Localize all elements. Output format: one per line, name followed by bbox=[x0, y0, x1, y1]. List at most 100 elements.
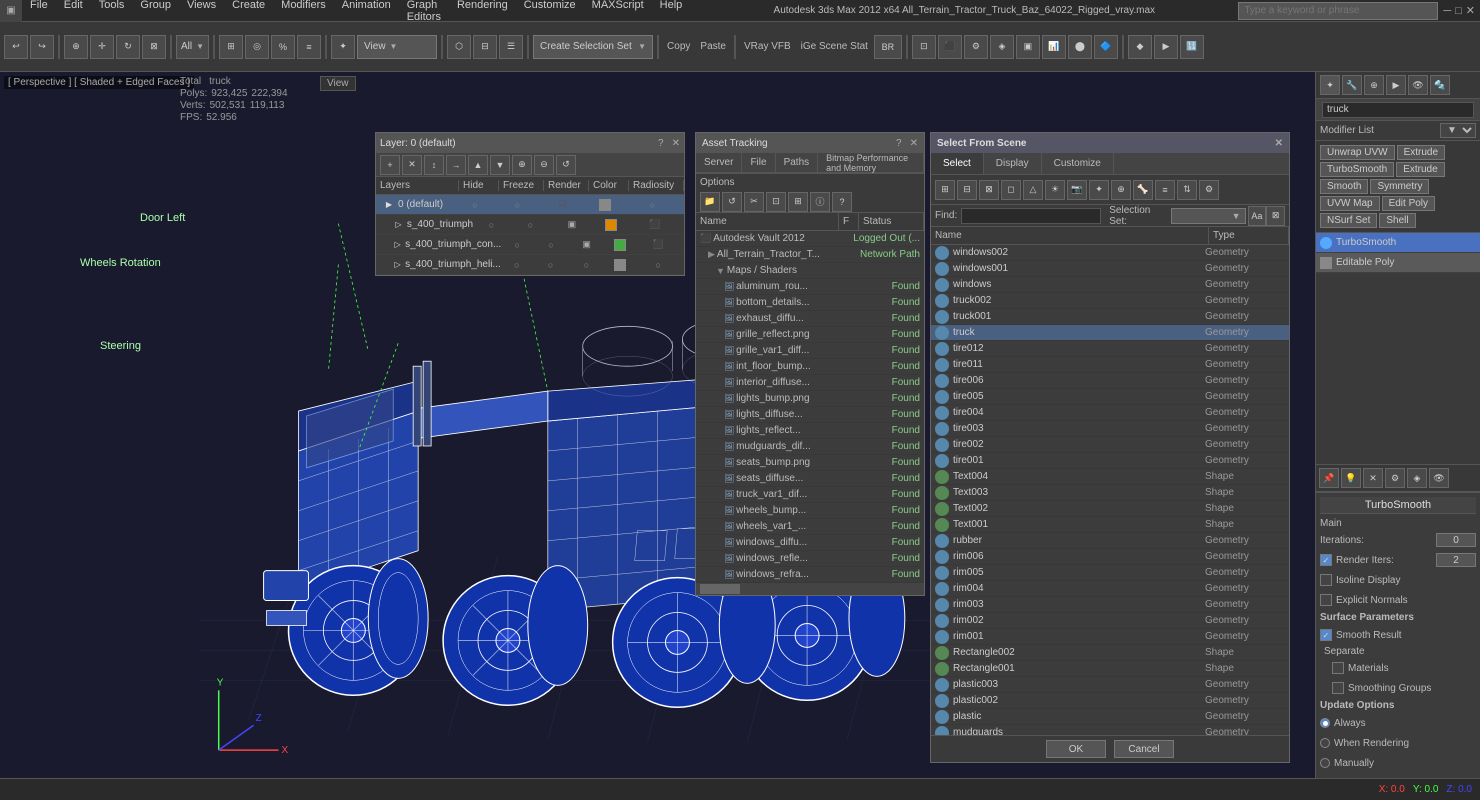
hide-toggle4[interactable]: ○ bbox=[501, 260, 533, 270]
scene-item-rect001[interactable]: Rectangle001Shape bbox=[931, 661, 1289, 677]
key-frame-btn[interactable]: ◆ bbox=[1128, 35, 1152, 59]
scene-filter-bone-btn[interactable]: 🦴 bbox=[1133, 180, 1153, 200]
asset-file-truck-var[interactable]: 🖼truck_var1_dif...Found bbox=[696, 487, 924, 503]
scene-cancel-btn[interactable]: Cancel bbox=[1114, 740, 1174, 758]
menu-rendering[interactable]: Rendering bbox=[449, 0, 516, 25]
display-tab[interactable]: 👁 bbox=[1408, 75, 1428, 95]
asset-file-wheels-var[interactable]: 🖼wheels_var1_...Found bbox=[696, 519, 924, 535]
scene-filter-cam-btn[interactable]: 📷 bbox=[1067, 180, 1087, 200]
scene-filter-geo-btn[interactable]: ◻ bbox=[1001, 180, 1021, 200]
layer-render-toggle[interactable]: ☑ bbox=[540, 199, 585, 210]
scene-case-btn[interactable]: Aa bbox=[1248, 206, 1267, 226]
scene-options-btn[interactable]: ⚙ bbox=[1199, 180, 1219, 200]
scene-item-tire012[interactable]: tire012Geometry bbox=[931, 341, 1289, 357]
selection-set-dropdown[interactable]: Create Selection Set ▼ bbox=[533, 35, 653, 59]
scene-item-rim002[interactable]: rim002Geometry bbox=[931, 613, 1289, 629]
asset-file-alum[interactable]: 🖼aluminum_rou...Found bbox=[696, 279, 924, 295]
layer-row-s400-triumph[interactable]: ▷ s_400_triumph ○ ○ ▣ ⬛ bbox=[376, 215, 684, 235]
asset-file-interior[interactable]: 🖼interior_diffuse...Found bbox=[696, 375, 924, 391]
layer-help-btn[interactable]: ? bbox=[658, 138, 664, 149]
asset-tab-file[interactable]: File bbox=[742, 153, 775, 172]
quick-render-btn[interactable]: ⬛ bbox=[938, 35, 962, 59]
material-editor-btn[interactable]: ◈ bbox=[990, 35, 1014, 59]
color-swatch3[interactable] bbox=[605, 239, 637, 251]
scene-item-windows[interactable]: windowsGeometry bbox=[931, 277, 1289, 293]
ige-scene-label[interactable]: iGe Scene Stat bbox=[797, 41, 872, 52]
layer-new-btn[interactable]: + bbox=[380, 155, 400, 175]
view-dropdown[interactable]: View ▼ bbox=[357, 35, 437, 59]
asset-help-btn[interactable]: ? bbox=[896, 138, 902, 149]
scene-item-plastic[interactable]: plasticGeometry bbox=[931, 709, 1289, 725]
asset-file-bottom[interactable]: 🖼bottom_details...Found bbox=[696, 295, 924, 311]
search-input[interactable] bbox=[1238, 2, 1438, 20]
asset-file-seats-diff[interactable]: 🖼seats_diffuse...Found bbox=[696, 471, 924, 487]
menu-animation[interactable]: Animation bbox=[334, 0, 399, 25]
show-result-btn[interactable]: 👁 bbox=[1429, 468, 1449, 488]
align-btn[interactable]: ⊟ bbox=[473, 35, 497, 59]
layer-down-btn[interactable]: ▼ bbox=[490, 155, 510, 175]
asset-file-lights-diff[interactable]: 🖼lights_diffuse...Found bbox=[696, 407, 924, 423]
scene-item-truck002[interactable]: truck002Geometry bbox=[931, 293, 1289, 309]
asset-help-icon-btn[interactable]: ? bbox=[832, 192, 852, 212]
edit-named-sel-btn[interactable]: ✦ bbox=[331, 35, 355, 59]
render-iters-checkbox[interactable]: ✓ bbox=[1320, 554, 1332, 566]
manually-radio[interactable] bbox=[1320, 758, 1330, 768]
scene-item-truck001[interactable]: truck001Geometry bbox=[931, 309, 1289, 325]
layer-up-btn[interactable]: ▲ bbox=[468, 155, 488, 175]
asset-tab-server[interactable]: Server bbox=[696, 153, 742, 172]
asset-file-int-floor[interactable]: 🖼int_floor_bump...Found bbox=[696, 359, 924, 375]
menu-edit[interactable]: Edit bbox=[56, 0, 91, 25]
freeze-toggle2[interactable]: ○ bbox=[510, 220, 551, 230]
selection-set-dropdown[interactable]: ▼ bbox=[1171, 208, 1246, 224]
asset-options-row[interactable]: Options bbox=[696, 173, 924, 191]
object-name-input[interactable] bbox=[1322, 102, 1474, 118]
asset-file-lights-bump[interactable]: 🖼lights_bump.pngFound bbox=[696, 391, 924, 407]
freeze-toggle3[interactable]: ○ bbox=[533, 240, 569, 250]
menu-file[interactable]: File bbox=[22, 0, 56, 25]
motion-path-btn[interactable]: ⬤ bbox=[1068, 35, 1092, 59]
scene-filter-space-btn[interactable]: ⊕ bbox=[1111, 180, 1131, 200]
menu-group[interactable]: Group bbox=[132, 0, 179, 25]
scene-item-mudguards[interactable]: mudguardsGeometry bbox=[931, 725, 1289, 735]
hierarchy-tab[interactable]: ⊕ bbox=[1364, 75, 1384, 95]
symmetry-btn[interactable]: Symmetry bbox=[1370, 179, 1429, 194]
asset-file-windows-refra[interactable]: 🖼windows_refra...Found bbox=[696, 567, 924, 583]
redo-btn[interactable]: ↪ bbox=[30, 35, 54, 59]
ts-render-iters-input[interactable] bbox=[1436, 553, 1476, 567]
scene-filter-all-btn[interactable]: ≡ bbox=[1155, 180, 1175, 200]
scene-item-tire004[interactable]: tire004Geometry bbox=[931, 405, 1289, 421]
menu-graph-editors[interactable]: Graph Editors bbox=[399, 0, 449, 25]
materials-checkbox[interactable] bbox=[1332, 662, 1344, 674]
scene-item-tire006[interactable]: tire006Geometry bbox=[931, 373, 1289, 389]
scene-item-truck[interactable]: truckGeometry bbox=[931, 325, 1289, 341]
smoothing-groups-checkbox[interactable] bbox=[1332, 682, 1344, 694]
stack-item-editpoly[interactable]: Editable Poly bbox=[1316, 253, 1480, 273]
render-frame-btn[interactable]: ▣ bbox=[1016, 35, 1040, 59]
asset-file-seats-bump[interactable]: 🖼seats_bump.pngFound bbox=[696, 455, 924, 471]
close-icon[interactable]: ✕ bbox=[1466, 4, 1475, 17]
always-radio[interactable] bbox=[1320, 718, 1330, 728]
uvw-map-btn[interactable]: UVW Map bbox=[1320, 196, 1380, 211]
scene-item-rect002[interactable]: Rectangle002Shape bbox=[931, 645, 1289, 661]
asset-file-grille-ref[interactable]: 🖼grille_reflect.pngFound bbox=[696, 327, 924, 343]
freeze-toggle4[interactable]: ○ bbox=[533, 260, 569, 270]
rotate-btn[interactable]: ↻ bbox=[116, 35, 140, 59]
extrude-btn2[interactable]: Extrude bbox=[1396, 162, 1444, 177]
scene-select-none-btn[interactable]: ⊟ bbox=[957, 180, 977, 200]
viewport[interactable]: [ Perspective ] [ Shaded + Edged Faces ]… bbox=[0, 72, 1315, 800]
schematic-btn[interactable]: 🔷 bbox=[1094, 35, 1118, 59]
scene-item-text002[interactable]: Text002Shape bbox=[931, 501, 1289, 517]
menu-tools[interactable]: Tools bbox=[91, 0, 133, 25]
asset-file-mudguards[interactable]: 🖼mudguards_dif...Found bbox=[696, 439, 924, 455]
minimize-icon[interactable]: ─ bbox=[1443, 5, 1451, 17]
scene-item-tire011[interactable]: tire011Geometry bbox=[931, 357, 1289, 373]
color-swatch2[interactable] bbox=[593, 219, 630, 231]
find-input[interactable] bbox=[961, 208, 1101, 224]
snap-btn[interactable]: ⊞ bbox=[219, 35, 243, 59]
layer-collapse-btn[interactable]: ⊖ bbox=[534, 155, 554, 175]
track-view-btn[interactable]: 📊 bbox=[1042, 35, 1066, 59]
scene-filter-helper-btn[interactable]: ✦ bbox=[1089, 180, 1109, 200]
scene-tab-select[interactable]: Select bbox=[931, 153, 984, 174]
scene-tab-customize[interactable]: Customize bbox=[1042, 153, 1114, 174]
menu-views[interactable]: Views bbox=[179, 0, 224, 25]
